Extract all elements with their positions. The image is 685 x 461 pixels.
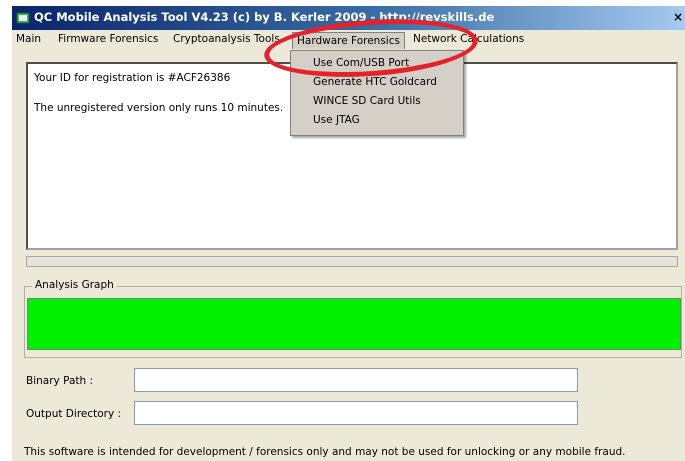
menu-item-generate-htc-goldcard[interactable]: Generate HTC Goldcard [313,76,437,88]
app-window: QC Mobile Analysis Tool V4.23 (c) by B. … [12,6,685,461]
binary-path-input[interactable] [134,368,578,392]
menu-bar: Main Firmware Forensics Cryptoanalysis T… [12,30,685,50]
hardware-forensics-dropdown: Use Com/USB Port Generate HTC Goldcard W… [290,50,464,136]
progress-bar [26,256,678,267]
menu-firmware-forensics[interactable]: Firmware Forensics [58,33,158,45]
analysis-graph-label: Analysis Graph [32,279,117,291]
output-directory-label: Output Directory : [26,408,122,420]
disclaimer-text: This software is intended for developmen… [24,446,626,458]
analysis-graph [27,298,681,350]
binary-path-label: Binary Path : [26,375,94,387]
output-directory-input[interactable] [134,401,578,425]
menu-network-calculations[interactable]: Network Calculations [413,33,524,45]
window-title: QC Mobile Analysis Tool V4.23 (c) by B. … [34,10,495,24]
menu-item-use-jtag[interactable]: Use JTAG [313,114,360,126]
menu-main[interactable]: Main [16,33,41,45]
title-bar: QC Mobile Analysis Tool V4.23 (c) by B. … [12,6,685,30]
output-line-registration: Your ID for registration is #ACF26386 [34,72,231,84]
menu-cryptoanalysis-tools[interactable]: Cryptoanalysis Tools [173,33,280,45]
menu-item-wince-sd-card-utils[interactable]: WINCE SD Card Utils [313,95,421,107]
close-icon[interactable]: × [673,10,683,24]
menu-item-use-com-usb-port[interactable]: Use Com/USB Port [313,57,409,69]
menu-hardware-forensics[interactable]: Hardware Forensics [292,32,405,49]
output-line-unregistered: The unregistered version only runs 10 mi… [34,102,284,114]
app-icon [16,12,30,24]
